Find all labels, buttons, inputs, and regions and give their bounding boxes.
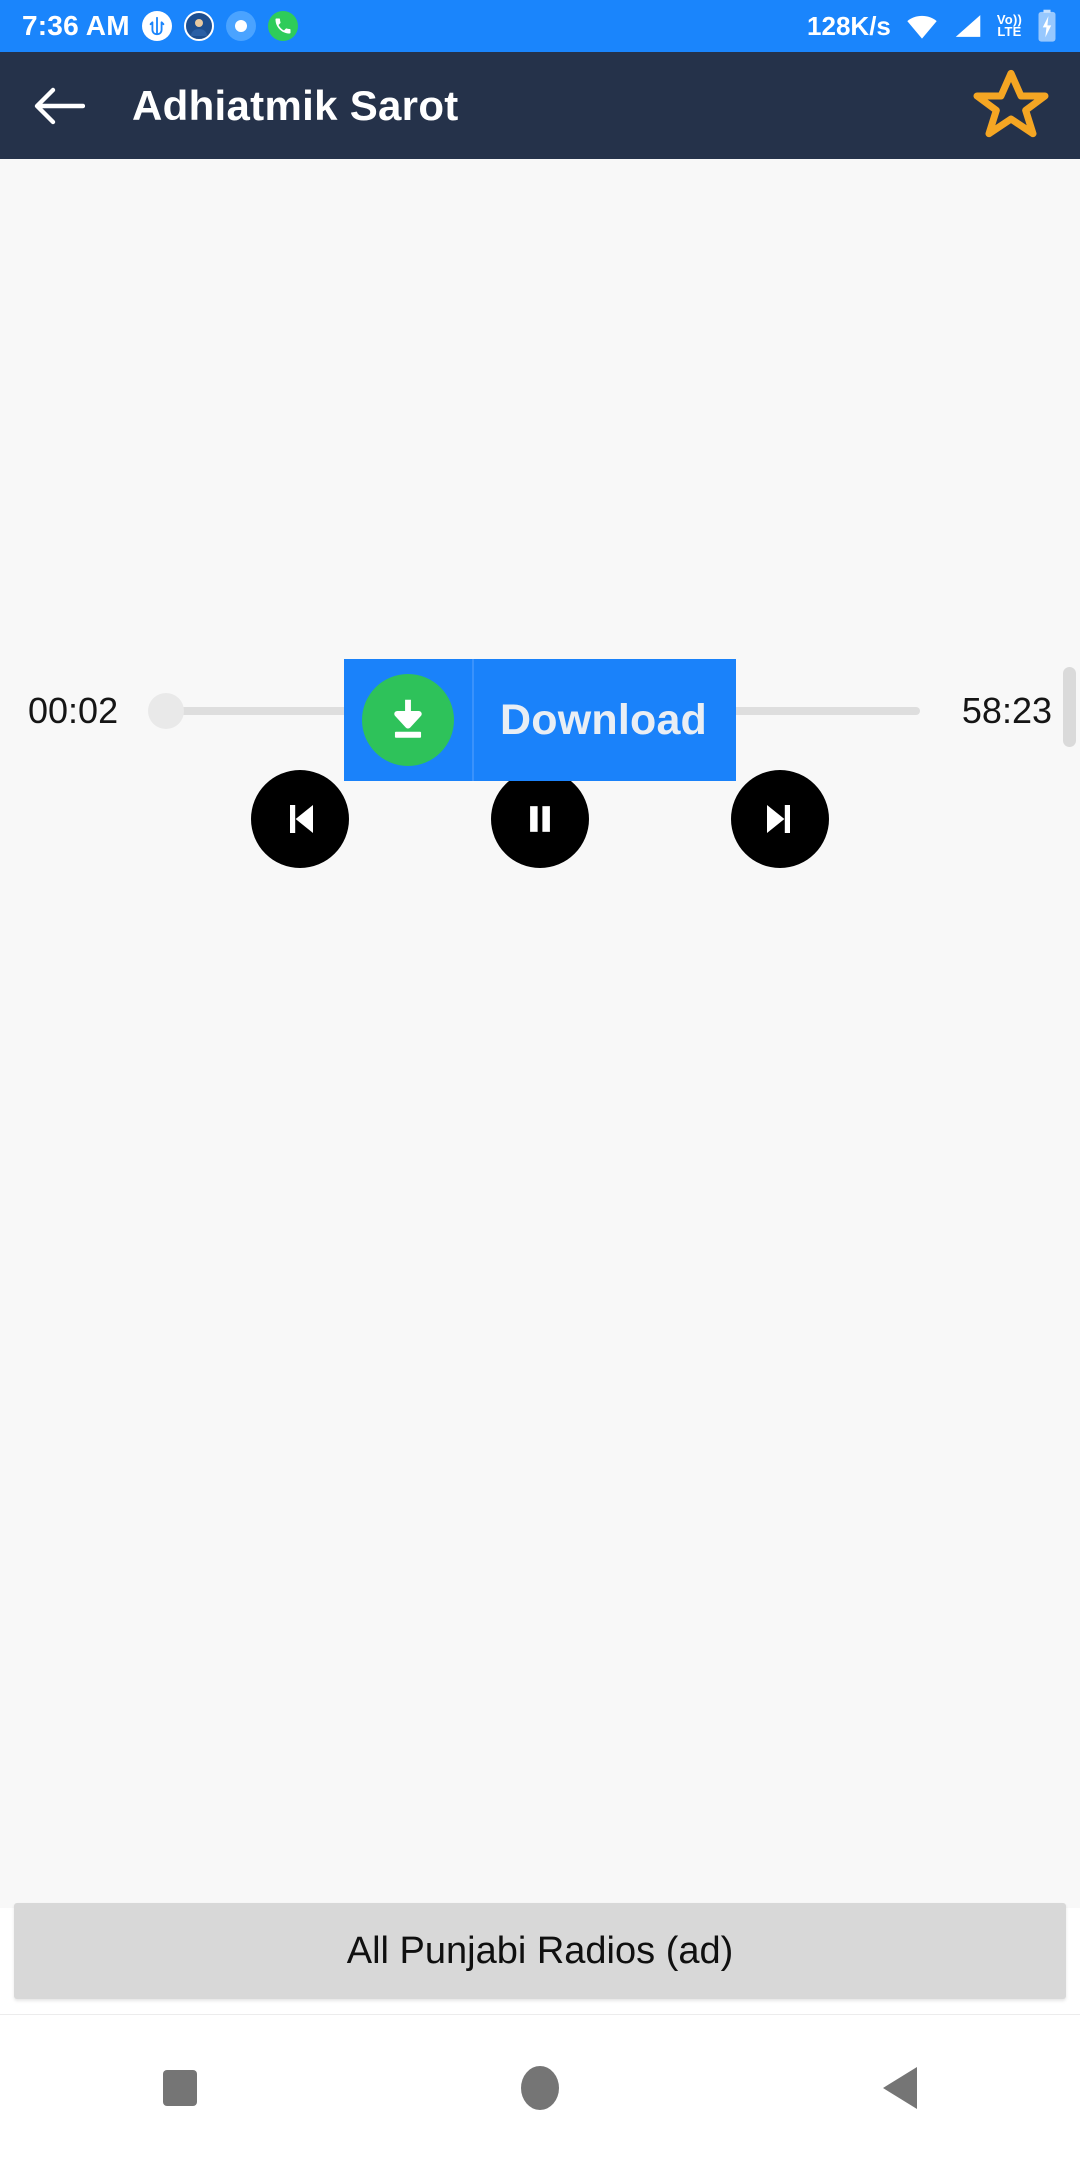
pause-icon (518, 797, 562, 841)
app-bar: Adhiatmik Sarot (0, 52, 1080, 159)
triangle-back-icon (883, 2066, 917, 2109)
square-recents-icon (163, 2069, 197, 2106)
nav-back-button[interactable] (720, 2015, 1080, 2160)
skip-next-icon (756, 795, 804, 843)
skip-previous-icon (276, 795, 324, 843)
page-title: Adhiatmik Sarot (132, 81, 459, 129)
nav-recents-button[interactable] (0, 2015, 360, 2160)
whatsapp-call-icon (267, 11, 298, 41)
cellular-signal-icon (953, 12, 983, 40)
status-bar-left: 7:36 AM (22, 10, 298, 42)
status-bar-right: 128K/s Vo)) LTE (807, 9, 1058, 43)
phone-screen: 7:36 AM 128K/s Vo)) LTE Adhiatmik Sarot … (0, 0, 1080, 2160)
skip-previous-button[interactable] (251, 770, 349, 868)
nav-home-button[interactable] (360, 2015, 720, 2160)
trident-app-icon (141, 11, 172, 41)
profile-avatar-icon (183, 11, 214, 41)
total-time-label: 58:23 (961, 690, 1052, 731)
back-navigation-button[interactable] (26, 73, 92, 139)
download-button-divider (472, 659, 474, 781)
download-button-label: Download (500, 695, 708, 744)
arrow-left-icon (33, 86, 85, 126)
download-button[interactable]: Download (344, 659, 736, 781)
volte-icon: Vo)) LTE (997, 13, 1022, 39)
network-speed-label: 128K/s (807, 10, 891, 41)
status-bar: 7:36 AM 128K/s Vo)) LTE (0, 0, 1080, 52)
seek-thumb[interactable] (148, 693, 185, 729)
status-clock: 7:36 AM (22, 10, 130, 41)
ad-banner[interactable]: All Punjabi Radios (ad) (14, 1903, 1066, 1999)
skip-next-button[interactable] (731, 770, 829, 868)
download-arrow-icon (362, 674, 454, 766)
battery-charging-icon (1036, 9, 1058, 43)
ad-banner-label: All Punjabi Radios (ad) (346, 1929, 734, 1972)
wifi-icon (905, 12, 939, 40)
volte-bottom-text: LTE (997, 24, 1022, 39)
player-content-area: 00:02 58:23 Download (0, 159, 1080, 1908)
circle-home-icon (521, 2065, 559, 2110)
star-outline-icon (969, 66, 1053, 146)
pause-button[interactable] (491, 770, 589, 868)
favorite-button[interactable] (968, 63, 1054, 149)
android-navigation-bar (0, 2014, 1080, 2160)
current-time-label: 00:02 (28, 690, 119, 731)
location-app-icon (225, 11, 256, 41)
